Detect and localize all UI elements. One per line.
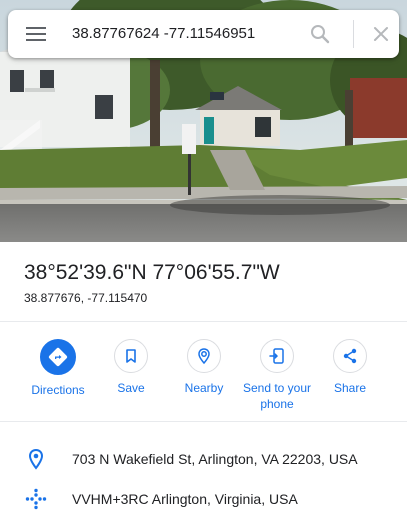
close-icon[interactable]: [369, 22, 393, 46]
send-to-phone-label-line1: Send to your: [242, 381, 312, 395]
bookmark-icon: [114, 339, 148, 373]
search-bar: [8, 10, 399, 58]
send-to-phone-label: Send to your phone: [237, 380, 317, 412]
nearby-label: Nearby: [184, 381, 224, 395]
search-input[interactable]: [72, 10, 292, 58]
share-icon: [333, 339, 367, 373]
send-to-phone-icon: [260, 339, 294, 373]
directions-icon: [40, 339, 76, 375]
nearby-button[interactable]: Nearby: [164, 339, 244, 396]
share-button[interactable]: Share: [310, 339, 390, 396]
directions-label: Directions: [31, 383, 85, 397]
send-to-phone-label-line2: phone: [260, 397, 294, 411]
search-divider: [353, 20, 354, 48]
place-title: 38°52'39.6"N 77°06'55.7"W: [24, 261, 280, 284]
action-buttons: Directions Save Nearby Send to your phon…: [0, 339, 407, 419]
plus-code-icon: [24, 487, 48, 511]
search-icon[interactable]: [308, 22, 332, 46]
save-label: Save: [117, 381, 145, 395]
location-pin-icon: [24, 447, 48, 471]
plus-code-text: VVHM+3RC Arlington, Virginia, USA: [72, 491, 298, 507]
hamburger-menu-icon[interactable]: [24, 24, 48, 44]
plus-code-row[interactable]: VVHM+3RC Arlington, Virginia, USA: [0, 479, 407, 519]
directions-button[interactable]: Directions: [18, 339, 98, 398]
send-to-phone-button[interactable]: Send to your phone: [237, 339, 317, 412]
address-row[interactable]: 703 N Wakefield St, Arlington, VA 22203,…: [0, 439, 407, 479]
divider: [0, 321, 407, 322]
share-label: Share: [333, 381, 367, 395]
decimal-coordinates: 38.877676, -77.115470: [24, 291, 148, 305]
save-button[interactable]: Save: [91, 339, 171, 396]
divider: [0, 421, 407, 422]
nearby-icon: [187, 339, 221, 373]
address-text: 703 N Wakefield St, Arlington, VA 22203,…: [72, 451, 358, 467]
